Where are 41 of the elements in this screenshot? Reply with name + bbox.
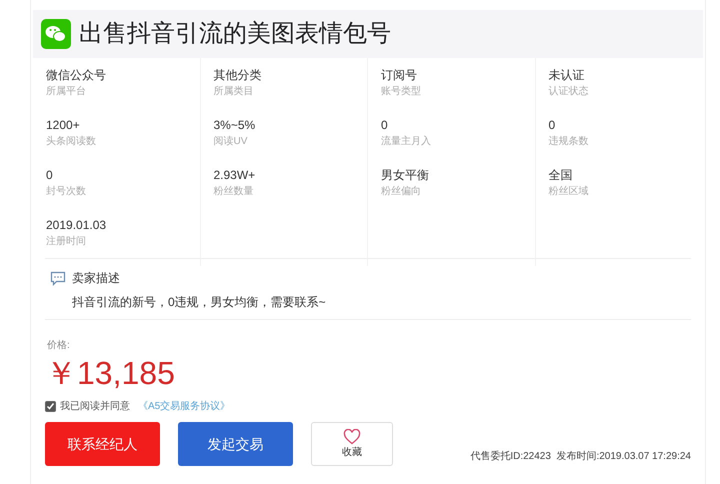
field-value: 3%~5% [214, 117, 256, 134]
field-label: 粉丝偏向 [381, 184, 422, 199]
chat-bubbles-icon [41, 19, 71, 49]
field-label: 所属类目 [214, 84, 254, 99]
field-value: 0 [46, 167, 54, 184]
field-value: 2019.01.03 [46, 217, 108, 234]
agreement-text: 我已阅读并同意 [60, 400, 130, 414]
field-label: 所属平台 [46, 84, 87, 99]
start-trade-button[interactable]: 发起交易 [178, 422, 293, 466]
field-value: 0 [381, 117, 389, 134]
contact-agent-button[interactable]: 联系经纪人 [45, 422, 160, 466]
section-heading: 卖家描述 [72, 270, 120, 287]
field-value: 未认证 [548, 67, 586, 84]
field-label: 粉丝区域 [548, 184, 590, 199]
seller-description: 抖音引流的新号，0违规，男女均衡，需要联系~ [71, 294, 327, 311]
field-label: 粉丝数量 [214, 184, 254, 199]
field-value: 男女平衡 [381, 167, 430, 184]
field-label: 认证状态 [548, 84, 590, 99]
heart-icon [343, 428, 361, 444]
field-label: 注册时间 [46, 234, 87, 249]
field-value: 全国 [548, 167, 574, 184]
price-label: 价格: [46, 338, 71, 353]
field-label: 头条阅读数 [46, 134, 97, 149]
listing-title: 出售抖音引流的美图表情包号 [79, 19, 391, 49]
chat-icon [50, 270, 66, 286]
field-label: 账号类型 [381, 84, 422, 99]
listing-meta: 代售委托ID:22423 发布时间:2019.03.07 17:29:24 [470, 450, 691, 464]
agreement-checkbox[interactable] [45, 401, 56, 412]
field-label: 封号次数 [46, 184, 87, 199]
field-value: 订阅号 [381, 67, 418, 84]
field-value: 其他分类 [214, 67, 262, 84]
field-label: 违规条数 [548, 134, 590, 149]
agreement-link[interactable]: 《A5交易服务协议》 [138, 399, 230, 414]
field-value: 0 [548, 117, 556, 134]
field-label: 流量主月入 [381, 134, 432, 149]
price-value: ￥13,185 [45, 354, 176, 393]
favorite-button[interactable]: 收藏 [311, 422, 393, 466]
field-value: 2.93W+ [214, 167, 256, 184]
field-value: 1200+ [46, 117, 81, 134]
field-label: 阅读UV [214, 134, 248, 149]
field-value: 微信公众号 [46, 67, 107, 84]
